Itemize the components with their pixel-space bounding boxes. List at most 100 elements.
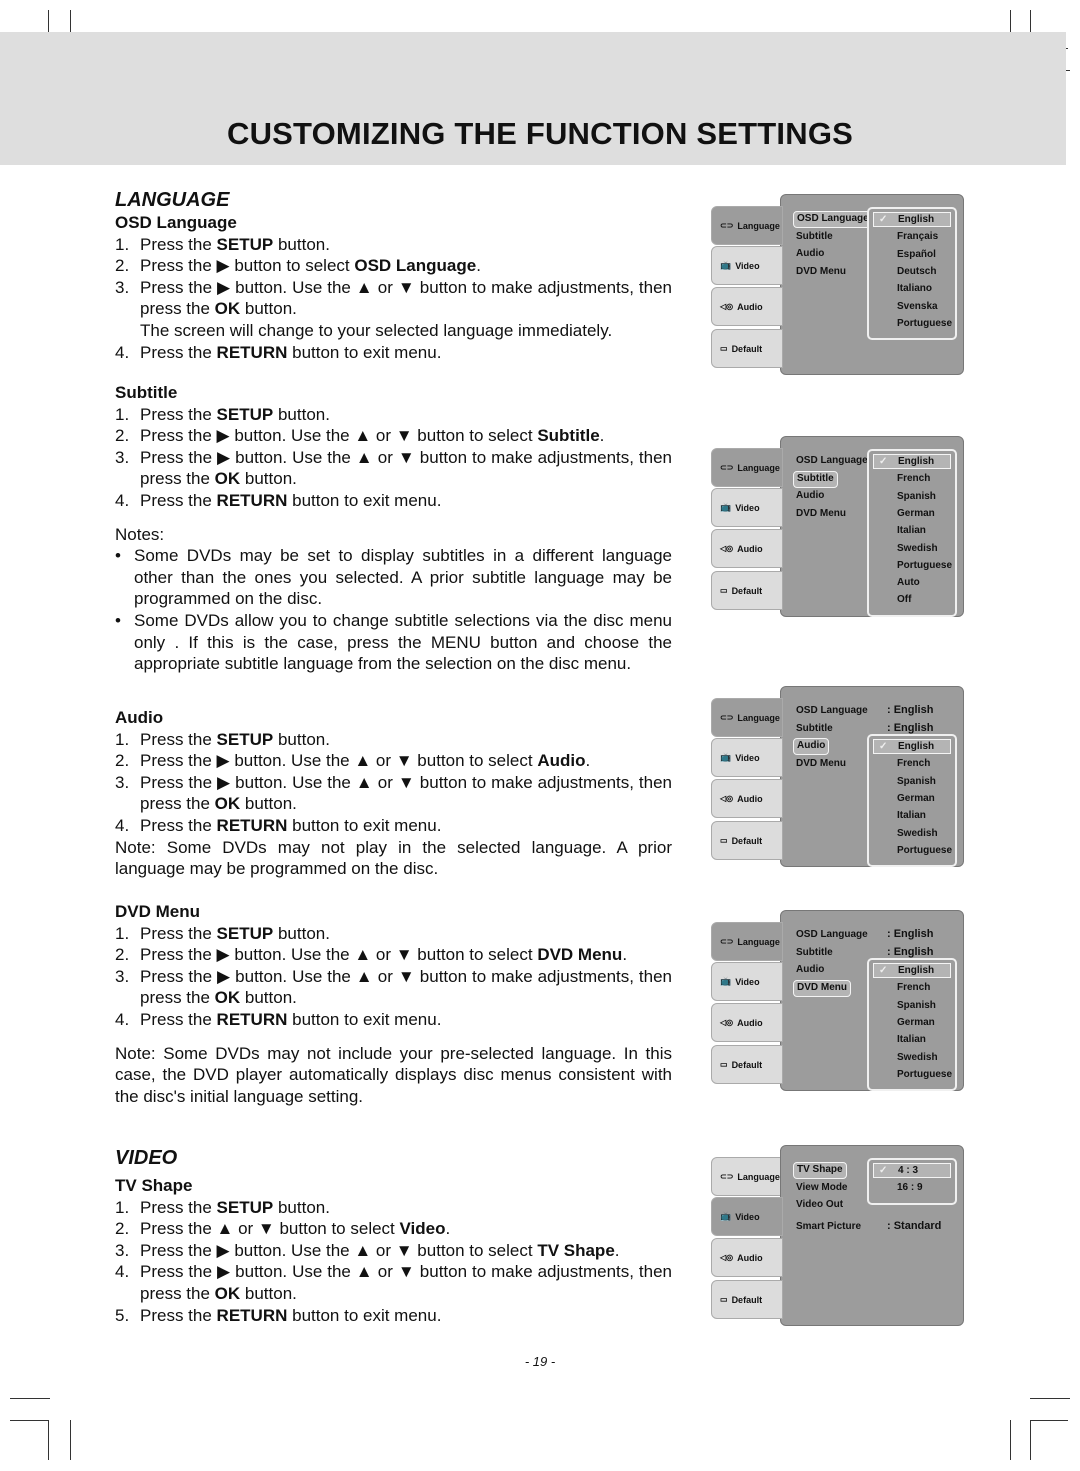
menu-item: Subtitle (793, 470, 838, 488)
step-number: 4. (115, 342, 130, 362)
bold-text: RETURN (216, 1009, 288, 1029)
option-label: English (898, 965, 935, 976)
paragraph: Note: Some DVDs may not include your pre… (115, 1043, 672, 1108)
step-text: Press the ▶ button. Use the ▲ or ▼ butto… (140, 772, 672, 815)
option-label: Español (897, 248, 936, 260)
step-item: 1. Press the SETUP button. (115, 404, 672, 426)
tv-icon: 📺 (720, 752, 732, 762)
option-label: Svenska (897, 300, 938, 312)
step-item: 2. Press the ▶ button. Use the ▲ or ▼ but… (115, 944, 672, 966)
step-number: 4. (115, 1009, 130, 1029)
step-item: 2. Press the ▲ or ▼ button to select Vide… (115, 1218, 672, 1240)
option-label: English (898, 741, 935, 752)
bold-text: OSD Language (354, 256, 477, 276)
lips-icon: ⊂⊃ (720, 463, 734, 472)
step-number: 2. (115, 426, 130, 446)
option-item: Svenska (873, 299, 951, 314)
menu-tab-default: ▭ Default (711, 571, 783, 610)
menu-item: Audio (796, 248, 825, 259)
section-heading: LANGUAGE (115, 189, 230, 211)
options-popup: ✓ English French Spanish German Italian Swedis… (867, 734, 957, 868)
bold-text: RETURN (216, 815, 288, 835)
menu-item: Subtitle (796, 230, 833, 242)
text-run: . (445, 1219, 451, 1239)
menu-tab-language: ⊂⊃ Language (711, 922, 783, 961)
step-number: 2. (115, 945, 130, 965)
option-label: Italian (897, 810, 926, 822)
subsection-heading: TV Shape (115, 1176, 193, 1195)
option-item: Off (873, 592, 951, 607)
option-label: Italian (897, 1034, 926, 1046)
step-item: 2. Press the ▶ button. Use the ▲ or ▼ but… (115, 425, 672, 447)
menu-item: DVD Menu (796, 507, 846, 519)
menu-item: Smart Picture (796, 1220, 862, 1232)
menu-tab-label: Language (737, 1171, 780, 1182)
step-item: 4. Press the RETURN button to exit menu. (115, 490, 672, 512)
option-item: French (873, 980, 951, 995)
text-run: . (599, 426, 605, 446)
bold-text: OK (214, 299, 241, 319)
menu-tab-default: ▭ Default (711, 1045, 783, 1084)
step-item: The screen will change to your selected … (115, 320, 672, 342)
menu-tab-label: Audio (737, 793, 763, 804)
step-item: 3. Press the ▶ button. Use the ▲ or ▼ but… (115, 966, 672, 1009)
text-run: Press the ▶ button. Use the ▲ or ▼ butto… (140, 945, 538, 965)
option-item: Italiano (873, 281, 951, 296)
option-item: Auto (873, 575, 951, 590)
option-item: French (873, 471, 951, 486)
menu-tab-label: Default (731, 585, 763, 596)
menu-tab-video: 📺 Video (711, 738, 783, 777)
step-text: Press the ▶ button. Use the ▲ or ▼ butto… (140, 750, 672, 772)
checkmark-icon: ✓ (879, 456, 888, 467)
step-text: Press the ▶ button. Use the ▲ or ▼ butto… (140, 447, 672, 490)
text-run: Press the ▶ button. Use the ▲ or ▼ butto… (140, 1240, 538, 1260)
option-item: Portuguese (873, 843, 952, 858)
step-number: 3. (115, 1240, 130, 1260)
menu-tab-label: Language (737, 936, 780, 947)
option-item: Swedish (873, 541, 951, 556)
text-run: The screen will change to your selected … (140, 320, 613, 340)
option-label: German (897, 792, 935, 804)
options-popup: ✓ English Français Español Deutsch Italiano Sv… (867, 207, 957, 341)
text-run: . (476, 256, 481, 276)
option-item: Spanish (873, 998, 951, 1013)
bold-text: Subtitle (537, 426, 600, 446)
step-number: 2. (115, 751, 130, 771)
bold-text: TV Shape (537, 1240, 615, 1260)
option-label: Spanish (897, 999, 936, 1011)
text-run: button. (273, 923, 330, 943)
option-item: Swedish (873, 1050, 951, 1065)
text-run: button. (240, 794, 297, 814)
step-text: Press the ▶ button. Use the ▲ or ▼ butto… (140, 277, 672, 320)
menu-tab-language: ⊂⊃ Language (711, 206, 783, 245)
keyboard-icon: ▭ (720, 1295, 728, 1304)
text-run: Press the (140, 815, 217, 835)
option-label: 4 : 3 (898, 1165, 919, 1176)
text-run: Some DVDs allow you to change subtitle s… (134, 610, 672, 674)
menu-item: Subtitle (796, 946, 833, 958)
text-run: button. (273, 1197, 330, 1217)
step-number: 1. (115, 729, 130, 749)
step-text: Press the SETUP button. (140, 404, 672, 426)
option-item: German (873, 1015, 951, 1030)
step-number: 1. (115, 1197, 130, 1217)
crop-mark (10, 1398, 50, 1399)
option-label: Portuguese (897, 1068, 953, 1080)
option-item: Deutsch (873, 264, 951, 279)
text-run: Note: Some DVDs may not include your pre… (115, 1043, 672, 1106)
menu-tab-language: ⊂⊃ Language (711, 448, 783, 487)
menu-panel: OSD Language Subtitle Audio DVD Menu: Engli… (780, 686, 964, 868)
text-run: Press the (140, 1197, 217, 1217)
tv-icon: 📺 (720, 1211, 732, 1221)
speaker-icon: ◁◎ (720, 794, 734, 803)
setup-menu-screenshot: OSD Language Subtitle Audio DVD Menu: Engli… (710, 686, 964, 868)
option-label: Spanish (897, 775, 936, 787)
keyboard-icon: ▭ (720, 1060, 728, 1069)
menu-item: Audio (796, 490, 825, 501)
options-popup: ✓ English French Spanish German Italian Swedis… (867, 958, 957, 1092)
menu-tab-video: 📺 Video (711, 488, 783, 527)
text-run: Press the ▶ button. Use the ▲ or ▼ butto… (140, 751, 538, 771)
bold-text: OK (214, 988, 241, 1008)
